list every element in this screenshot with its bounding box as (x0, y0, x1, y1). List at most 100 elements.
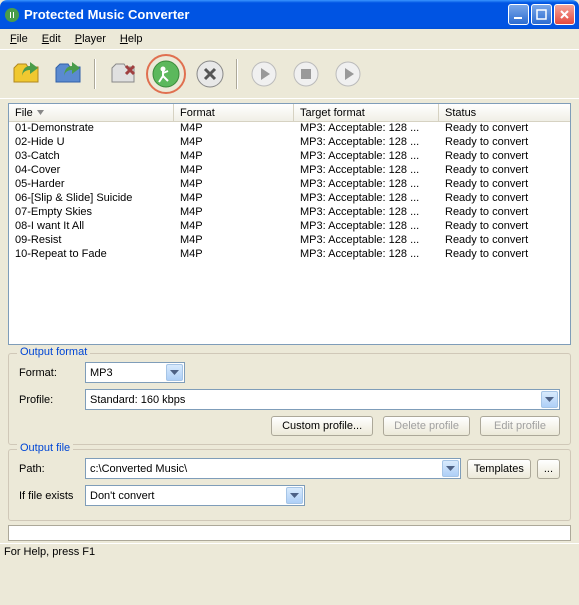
cell-format: M4P (174, 248, 294, 262)
profile-dropdown[interactable]: Standard: 160 kbps (85, 389, 560, 410)
column-file-label: File (15, 107, 33, 119)
path-value: c:\Converted Music\ (90, 463, 187, 475)
chevron-down-icon (166, 364, 183, 381)
table-row[interactable]: 08-I want It AllM4PMP3: Acceptable: 128 … (9, 220, 570, 234)
output-format-title: Output format (17, 346, 90, 358)
stop-button[interactable] (192, 56, 228, 92)
cell-file: 06-[Slip & Slide] Suicide (9, 192, 174, 206)
profile-value: Standard: 160 kbps (90, 394, 185, 406)
cell-format: M4P (174, 234, 294, 248)
cell-status: Ready to convert (439, 234, 570, 248)
cell-file: 10-Repeat to Fade (9, 248, 174, 262)
cell-format: M4P (174, 122, 294, 136)
remove-button[interactable] (104, 56, 140, 92)
cell-target: MP3: Acceptable: 128 ... (294, 150, 439, 164)
toolbar-separator (236, 59, 238, 89)
chevron-down-icon (286, 487, 303, 504)
status-text: For Help, press F1 (4, 546, 95, 558)
maximize-button[interactable] (531, 4, 552, 25)
cell-file: 07-Empty Skies (9, 206, 174, 220)
table-row[interactable]: 10-Repeat to FadeM4PMP3: Acceptable: 128… (9, 248, 570, 262)
column-status[interactable]: Status (439, 104, 570, 121)
pause-stop-button[interactable] (288, 56, 324, 92)
app-icon (4, 7, 20, 23)
add-folder-button[interactable] (50, 56, 86, 92)
cell-format: M4P (174, 178, 294, 192)
table-row[interactable]: 02-Hide UM4PMP3: Acceptable: 128 ...Read… (9, 136, 570, 150)
path-label: Path: (19, 463, 79, 475)
cell-status: Ready to convert (439, 122, 570, 136)
cell-target: MP3: Acceptable: 128 ... (294, 206, 439, 220)
format-value: MP3 (90, 367, 113, 379)
browse-button[interactable]: ... (537, 459, 560, 479)
templates-button[interactable]: Templates (467, 459, 531, 479)
table-row[interactable]: 03-CatchM4PMP3: Acceptable: 128 ...Ready… (9, 150, 570, 164)
output-format-group: Output format Format: MP3 Profile: Stand… (8, 353, 571, 445)
cell-file: 04-Cover (9, 164, 174, 178)
cell-target: MP3: Acceptable: 128 ... (294, 220, 439, 234)
cell-file: 02-Hide U (9, 136, 174, 150)
progress-bar (8, 525, 571, 541)
cell-format: M4P (174, 206, 294, 220)
table-row[interactable]: 09-ResistM4PMP3: Acceptable: 128 ...Read… (9, 234, 570, 248)
cell-format: M4P (174, 150, 294, 164)
cell-status: Ready to convert (439, 150, 570, 164)
cell-status: Ready to convert (439, 164, 570, 178)
menu-help[interactable]: Help (114, 31, 149, 47)
column-file[interactable]: File (9, 104, 174, 121)
cell-file: 09-Resist (9, 234, 174, 248)
convert-button[interactable] (150, 58, 182, 90)
custom-profile-button[interactable]: Custom profile... (271, 416, 373, 436)
if-exists-label: If file exists (19, 490, 79, 502)
menu-file[interactable]: File (4, 31, 34, 47)
cell-target: MP3: Acceptable: 128 ... (294, 192, 439, 206)
if-exists-value: Don't convert (90, 490, 154, 502)
menu-bar: File Edit Player Help (0, 29, 579, 50)
table-row[interactable]: 06-[Slip & Slide] SuicideM4PMP3: Accepta… (9, 192, 570, 206)
cell-status: Ready to convert (439, 248, 570, 262)
cell-file: 05-Harder (9, 178, 174, 192)
close-button[interactable] (554, 4, 575, 25)
cell-target: MP3: Acceptable: 128 ... (294, 248, 439, 262)
edit-profile-button[interactable]: Edit profile (480, 416, 560, 436)
add-files-button[interactable] (8, 56, 44, 92)
cell-target: MP3: Acceptable: 128 ... (294, 122, 439, 136)
cell-target: MP3: Acceptable: 128 ... (294, 136, 439, 150)
file-list[interactable]: File Format Target format Status 01-Demo… (8, 103, 571, 345)
column-target[interactable]: Target format (294, 104, 439, 121)
cell-status: Ready to convert (439, 192, 570, 206)
table-row[interactable]: 04-CoverM4PMP3: Acceptable: 128 ...Ready… (9, 164, 570, 178)
toolbar-separator (94, 59, 96, 89)
status-bar: For Help, press F1 (0, 543, 579, 560)
cell-file: 03-Catch (9, 150, 174, 164)
output-file-group: Output file Path: c:\Converted Music\ Te… (8, 449, 571, 521)
chevron-down-icon (442, 460, 459, 477)
next-button[interactable] (330, 56, 366, 92)
cell-target: MP3: Acceptable: 128 ... (294, 234, 439, 248)
menu-player[interactable]: Player (69, 31, 112, 47)
delete-profile-button[interactable]: Delete profile (383, 416, 470, 436)
toolbar (0, 50, 579, 99)
profile-label: Profile: (19, 394, 79, 406)
path-dropdown[interactable]: c:\Converted Music\ (85, 458, 461, 479)
table-row[interactable]: 05-HarderM4PMP3: Acceptable: 128 ...Read… (9, 178, 570, 192)
column-format[interactable]: Format (174, 104, 294, 121)
cell-status: Ready to convert (439, 178, 570, 192)
if-exists-dropdown[interactable]: Don't convert (85, 485, 305, 506)
play-button[interactable] (246, 56, 282, 92)
cell-status: Ready to convert (439, 220, 570, 234)
minimize-button[interactable] (508, 4, 529, 25)
title-bar: Protected Music Converter (0, 0, 579, 29)
convert-highlight (146, 54, 186, 94)
cell-format: M4P (174, 220, 294, 234)
output-file-title: Output file (17, 442, 73, 454)
sort-descending-icon (37, 109, 44, 116)
cell-status: Ready to convert (439, 206, 570, 220)
table-row[interactable]: 07-Empty SkiesM4PMP3: Acceptable: 128 ..… (9, 206, 570, 220)
table-row[interactable]: 01-DemonstrateM4PMP3: Acceptable: 128 ..… (9, 122, 570, 136)
cell-file: 01-Demonstrate (9, 122, 174, 136)
format-dropdown[interactable]: MP3 (85, 362, 185, 383)
cell-format: M4P (174, 164, 294, 178)
menu-edit[interactable]: Edit (36, 31, 67, 47)
format-label: Format: (19, 367, 79, 379)
